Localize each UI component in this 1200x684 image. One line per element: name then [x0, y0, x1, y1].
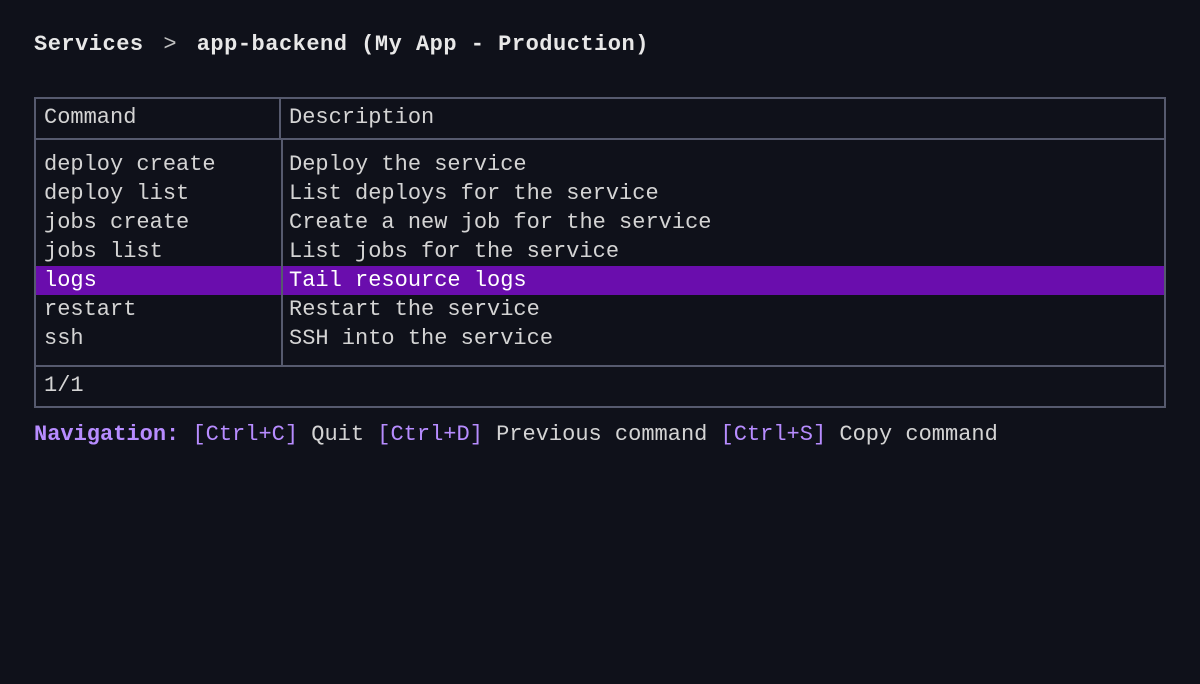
- nav-action: Quit: [298, 422, 364, 447]
- command-cell: deploy create: [36, 150, 281, 179]
- navigation-help: Navigation: [Ctrl+C] Quit [Ctrl+D] Previ…: [34, 422, 1166, 447]
- description-cell: List jobs for the service: [281, 237, 1164, 266]
- breadcrumb-current: app-backend (My App - Production): [197, 32, 649, 57]
- column-divider: [281, 140, 283, 365]
- breadcrumb-root: Services: [34, 32, 144, 57]
- description-cell: SSH into the service: [281, 324, 1164, 353]
- table-row[interactable]: logsTail resource logs: [36, 266, 1164, 295]
- description-cell: Restart the service: [281, 295, 1164, 324]
- header-description: Description: [281, 99, 1164, 138]
- nav-action: Copy command: [826, 422, 998, 447]
- command-cell: deploy list: [36, 179, 281, 208]
- table-row[interactable]: jobs listList jobs for the service: [36, 237, 1164, 266]
- description-cell: Create a new job for the service: [281, 208, 1164, 237]
- command-table: Command Description deploy createDeploy …: [34, 97, 1166, 408]
- breadcrumb-separator: >: [163, 32, 177, 57]
- nav-key: [Ctrl+D]: [364, 422, 483, 447]
- command-cell: jobs create: [36, 208, 281, 237]
- command-cell: restart: [36, 295, 281, 324]
- table-row[interactable]: jobs createCreate a new job for the serv…: [36, 208, 1164, 237]
- table-pagination: 1/1: [36, 367, 1164, 406]
- table-body: deploy createDeploy the servicedeploy li…: [36, 140, 1164, 367]
- command-cell: logs: [36, 266, 281, 295]
- header-command: Command: [36, 99, 281, 138]
- nav-key: [Ctrl+C]: [192, 422, 298, 447]
- table-row[interactable]: sshSSH into the service: [36, 324, 1164, 353]
- nav-action: Previous command: [483, 422, 707, 447]
- table-row[interactable]: deploy createDeploy the service: [36, 150, 1164, 179]
- description-cell: List deploys for the service: [281, 179, 1164, 208]
- nav-key: [Ctrl+S]: [707, 422, 826, 447]
- navigation-label: Navigation:: [34, 422, 179, 447]
- description-cell: Tail resource logs: [281, 266, 1164, 295]
- table-row[interactable]: deploy listList deploys for the service: [36, 179, 1164, 208]
- command-cell: ssh: [36, 324, 281, 353]
- description-cell: Deploy the service: [281, 150, 1164, 179]
- command-cell: jobs list: [36, 237, 281, 266]
- breadcrumb: Services > app-backend (My App - Product…: [34, 32, 1166, 57]
- table-row[interactable]: restartRestart the service: [36, 295, 1164, 324]
- table-header-row: Command Description: [36, 99, 1164, 140]
